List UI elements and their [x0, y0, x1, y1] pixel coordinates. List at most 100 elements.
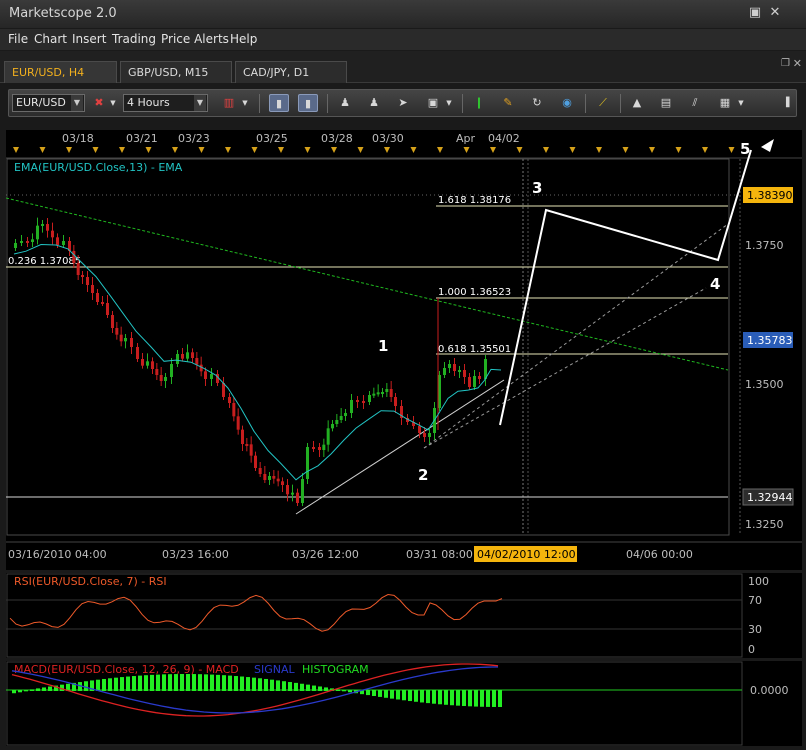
chevron-down-icon[interactable]: ▼	[443, 94, 455, 112]
macd-histogram-bar	[234, 676, 238, 691]
remove-chart-icon[interactable]: ✖	[89, 94, 109, 112]
macd-histogram-bar	[222, 675, 226, 691]
candle-body	[312, 447, 315, 449]
top-date-label: 03/21	[126, 132, 158, 145]
bid-button-icon[interactable]: ▮	[269, 94, 289, 112]
menu-help[interactable]: Help	[230, 32, 257, 46]
macd-histogram-bar	[30, 689, 34, 691]
top-date-label: 03/28	[321, 132, 353, 145]
macd-histogram-bar	[282, 681, 286, 691]
chart-type-icon[interactable]: ▥	[219, 94, 239, 112]
price-chart-panel[interactable]: 03/18 03/21 03/23 03/25 03/28 03/30 Apr …	[5, 130, 802, 570]
cursor-date-value: 04/02/2010 12:00	[477, 548, 576, 561]
candle-body	[263, 474, 267, 480]
chevron-down-icon[interactable]: ▼	[735, 94, 747, 112]
candle-body	[51, 230, 54, 238]
candle-body	[228, 397, 231, 403]
zoom-icon[interactable]: ◉	[557, 94, 577, 112]
candle-body	[151, 361, 154, 369]
candle-body	[181, 354, 184, 359]
ask-button-icon[interactable]: ▮	[298, 94, 318, 112]
marker-icon[interactable]: ▣	[423, 94, 443, 112]
chevron-down-icon[interactable]: ▼	[107, 94, 119, 112]
day-marker-icon	[569, 147, 576, 153]
macd-histogram-bar	[96, 679, 100, 691]
landscape-icon[interactable]: ▲	[627, 94, 647, 112]
macd-tick: 0.0000	[750, 684, 789, 697]
chart-tab-strip: EUR/USD, H4 GBP/USD, M15 CAD/JPY, D1 ❐ ✕	[0, 51, 806, 83]
tab-gbpusd-m15[interactable]: GBP/USD, M15	[120, 61, 232, 83]
macd-histogram-bar	[408, 690, 412, 702]
chevron-down-icon: ▼	[194, 95, 206, 111]
cursor-icon[interactable]: ➤	[393, 94, 413, 112]
macd-histogram-bar	[294, 682, 298, 691]
macd-histogram	[12, 674, 502, 707]
candle-body	[86, 277, 89, 285]
toolbar-separator	[620, 94, 621, 113]
macd-panel[interactable]: MACD(EUR/USD.Close, 12, 26, 9) - MACD SI…	[6, 661, 802, 746]
macd-histogram-bar	[480, 690, 484, 707]
timeframe-select[interactable]: 4 Hours ▼	[123, 94, 208, 112]
properties-icon[interactable]: ▦	[715, 94, 735, 112]
rsi-panel[interactable]: RSI(EUR/USD.Close, 7) - RSI 100 70 30 0	[6, 573, 802, 658]
timeframe-value: 4 Hours	[127, 96, 170, 109]
wave-label-1: 1	[378, 337, 388, 355]
menu-trading[interactable]: Trading	[112, 32, 156, 46]
trader-sell-icon[interactable]: ♟	[364, 94, 384, 112]
day-marker-icon	[92, 147, 99, 153]
macd-histogram-bar	[402, 690, 406, 701]
macd-histogram-bar	[414, 690, 418, 702]
menu-insert[interactable]: Insert	[72, 32, 106, 46]
restore-window-button[interactable]: ▣	[748, 6, 762, 20]
macd-histogram-bar	[342, 690, 346, 692]
close-window-button[interactable]: ✕	[768, 6, 782, 20]
day-marker-icon	[410, 147, 417, 153]
macd-histogram-bar	[120, 677, 124, 691]
draw-lines-icon[interactable]: ⫽	[685, 94, 705, 112]
day-marker-icon	[596, 147, 602, 153]
macd-histogram-bar	[180, 674, 184, 691]
trader-icon[interactable]: ♟	[335, 94, 355, 112]
macd-histogram-bar	[450, 690, 454, 706]
macd-histogram-bar	[114, 677, 118, 691]
menu-price-alerts[interactable]: Price Alerts	[161, 32, 229, 46]
candle-body	[26, 241, 29, 243]
ruler-icon[interactable]: ⟋	[593, 94, 613, 112]
bottom-date-label: 03/31 08:00	[406, 548, 473, 561]
price-flag-top-value: 1.38390	[747, 189, 793, 202]
candle-body	[186, 352, 189, 359]
candle-body	[272, 476, 276, 479]
restore-chart-icon[interactable]: ❐	[781, 58, 790, 69]
rsi-chart[interactable]: RSI(EUR/USD.Close, 7) - RSI 100 70 30 0	[6, 573, 802, 658]
instrument-select[interactable]: EUR/USD ▼	[12, 94, 85, 112]
menu-file[interactable]: File	[8, 32, 28, 46]
macd-histogram-bar	[390, 690, 394, 699]
chart-template-icon[interactable]: ▤	[656, 94, 676, 112]
toolbar-separator	[259, 94, 260, 113]
tab-eurusd-h4[interactable]: EUR/USD, H4	[4, 61, 117, 83]
chevron-down-icon[interactable]: ▼	[239, 94, 251, 112]
candle-body	[335, 420, 339, 424]
toolbar-overflow-icon[interactable]: ▐	[781, 94, 791, 112]
candle-body	[453, 364, 456, 371]
candle-body	[286, 485, 289, 495]
edit-icon[interactable]: ✎	[498, 94, 518, 112]
menu-chart[interactable]: Chart	[34, 32, 67, 46]
candle-body	[236, 416, 240, 430]
tab-cadjpy-d1[interactable]: CAD/JPY, D1	[235, 61, 347, 83]
price-chart[interactable]: 03/18 03/21 03/23 03/25 03/28 03/30 Apr …	[5, 130, 802, 570]
day-marker-icon	[198, 147, 205, 153]
candle-body	[356, 400, 359, 402]
macd-histogram-bar	[228, 675, 232, 691]
candle-body	[276, 478, 280, 482]
refresh-icon[interactable]: ↻	[527, 94, 547, 112]
macd-chart[interactable]: MACD(EUR/USD.Close, 12, 26, 9) - MACD SI…	[6, 661, 802, 746]
close-chart-icon[interactable]: ✕	[793, 57, 802, 70]
macd-histogram-bar	[168, 674, 172, 691]
candle-body	[115, 328, 119, 335]
toolbar-separator	[327, 94, 328, 113]
candle-body	[448, 364, 451, 368]
macd-histogram-bar	[108, 678, 112, 691]
indicator-icon[interactable]: ❙	[469, 94, 489, 112]
candle-body	[478, 376, 481, 379]
